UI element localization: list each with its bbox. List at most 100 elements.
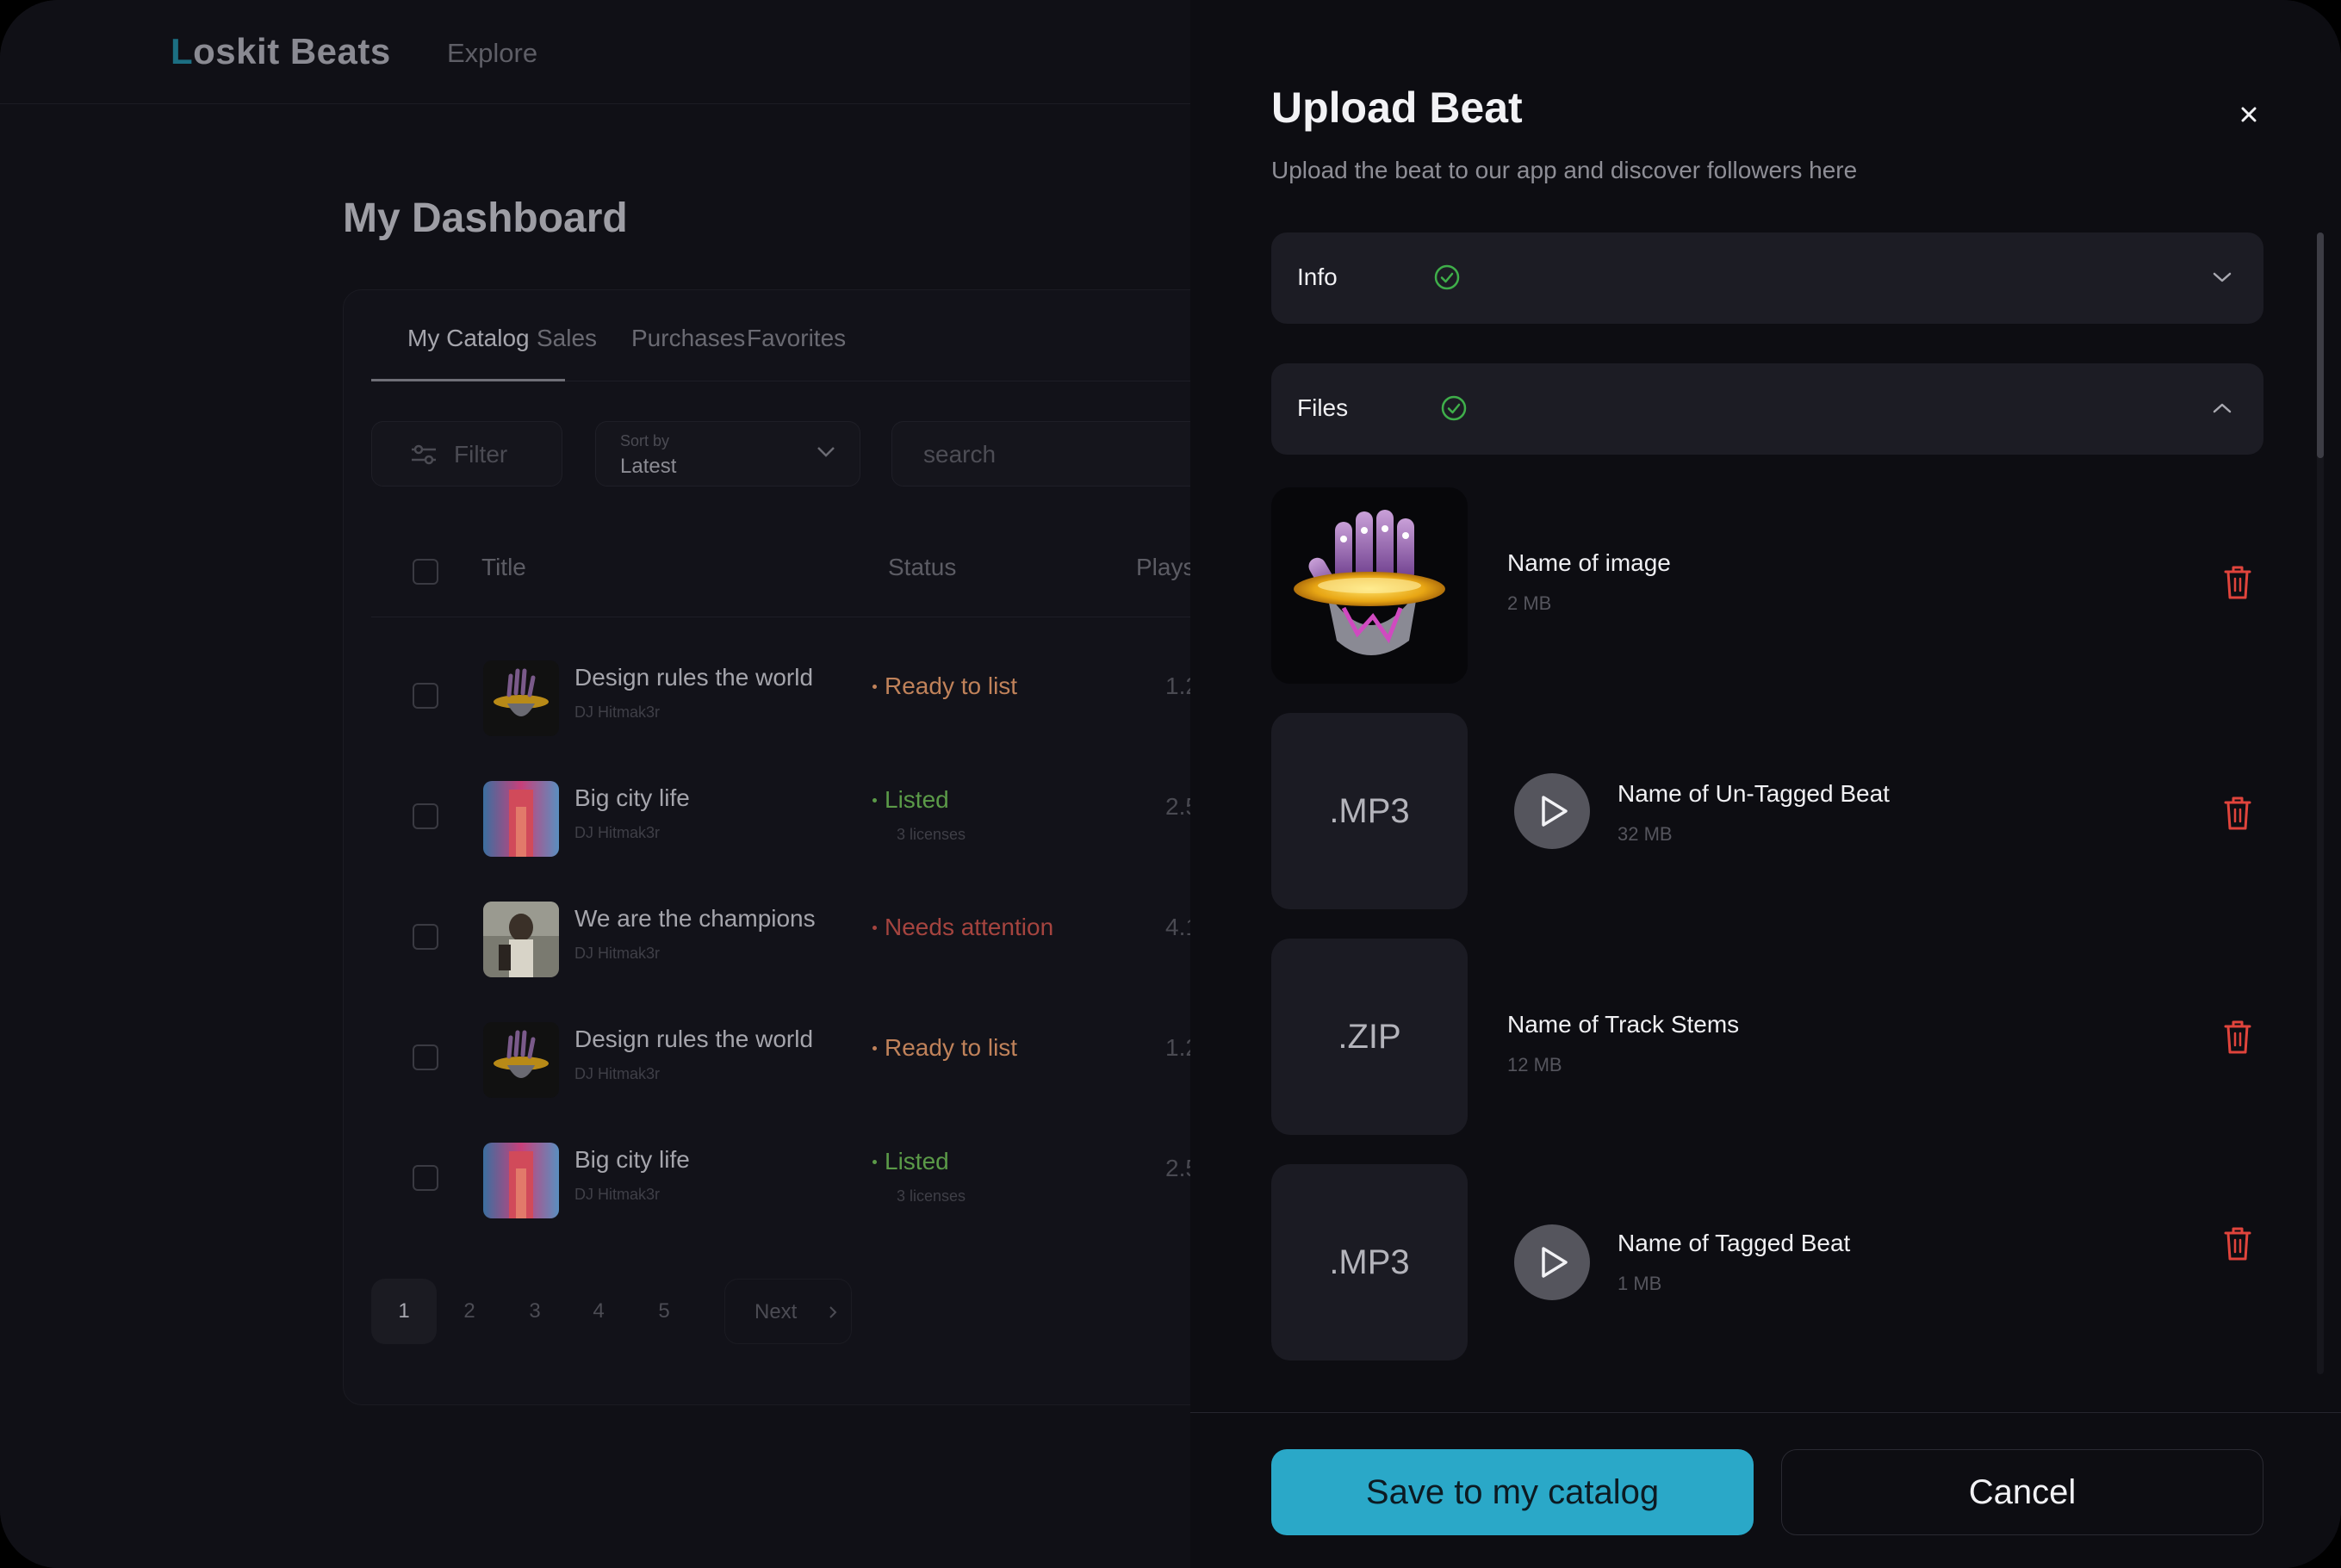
panel-scrollbar[interactable] <box>2317 232 2324 1374</box>
table-header: Title Status Plays <box>371 528 1319 617</box>
files-section-label: Files <box>1297 394 1349 421</box>
file-type-tile: .ZIP <box>1271 939 1468 1135</box>
app-window: Loskit Beats Explore My Dashboard My Cat… <box>0 0 2341 1568</box>
file-extension: .ZIP <box>1338 1018 1401 1056</box>
file-item-untagged-beat: .MP3 Name of Un-Tagged Beat 32 MB <box>1271 713 2263 909</box>
row-checkbox[interactable] <box>413 1165 438 1191</box>
tab-favorites[interactable]: Favorites <box>747 325 846 352</box>
track-title[interactable]: Big city life <box>574 784 690 812</box>
file-type-tile: .MP3 <box>1271 1164 1468 1360</box>
page-4-button[interactable]: 4 <box>566 1279 631 1344</box>
file-item-tagged-beat: .MP3 Name of Tagged Beat 1 MB <box>1271 1164 2263 1360</box>
status-badge: Needs attention <box>872 914 1053 941</box>
next-label: Next <box>754 1300 798 1323</box>
track-thumbnail <box>483 1143 559 1218</box>
page-3-button[interactable]: 3 <box>502 1279 568 1344</box>
filter-icon <box>412 444 436 465</box>
track-artist: DJ Hitmak3r <box>574 1065 661 1082</box>
image-preview <box>1271 487 1468 684</box>
table-row[interactable]: Big city life DJ Hitmak3r Listed 3 licen… <box>371 755 1319 876</box>
file-extension: .MP3 <box>1329 1243 1410 1281</box>
play-icon <box>1542 1247 1568 1278</box>
license-count: 3 licenses <box>897 1187 966 1205</box>
page-1-button[interactable]: 1 <box>371 1279 437 1344</box>
next-page-button[interactable]: Next <box>724 1279 852 1344</box>
panel-title: Upload Beat <box>1271 84 1523 132</box>
catalog-card: My Catalog Sales Purchases Favorites Fil… <box>343 289 1319 1405</box>
tab-sales[interactable]: Sales <box>537 325 597 352</box>
file-size: 2 MB <box>1507 592 1552 614</box>
trash-icon[interactable] <box>2222 563 2253 601</box>
row-checkbox[interactable] <box>413 1044 438 1070</box>
select-all-checkbox[interactable] <box>413 559 438 585</box>
table-row[interactable]: Design rules the world DJ Hitmak3r Ready… <box>371 996 1319 1117</box>
file-type-tile: .MP3 <box>1271 713 1468 909</box>
play-button[interactable] <box>1514 1224 1590 1300</box>
file-size: 32 MB <box>1618 823 1673 845</box>
tab-my-catalog[interactable]: My Catalog <box>407 325 530 352</box>
trash-icon[interactable] <box>2222 1018 2253 1056</box>
column-plays: Plays <box>1136 554 1195 580</box>
play-button[interactable] <box>1514 773 1590 849</box>
track-title[interactable]: Design rules the world <box>574 1026 813 1053</box>
file-item-track-stems: .ZIP Name of Track Stems 12 MB <box>1271 939 2263 1135</box>
file-size: 12 MB <box>1507 1054 1562 1075</box>
trash-icon[interactable] <box>2222 1224 2253 1262</box>
sort-select[interactable]: Sort by Latest <box>595 421 860 487</box>
track-artist: DJ Hitmak3r <box>574 945 661 962</box>
upload-beat-panel: Upload Beat Upload the beat to our app a… <box>1190 0 2341 1568</box>
info-section-toggle[interactable]: Info <box>1271 232 2263 324</box>
track-artist: DJ Hitmak3r <box>574 703 661 721</box>
column-title: Title <box>481 554 526 580</box>
sort-caption: Sort by <box>620 432 670 449</box>
row-checkbox[interactable] <box>413 924 438 950</box>
chevron-down-icon <box>2213 272 2232 282</box>
table-row[interactable]: We are the champions DJ Hitmak3r Needs a… <box>371 876 1319 996</box>
close-icon <box>2241 107 2257 122</box>
file-extension: .MP3 <box>1329 792 1410 830</box>
track-title[interactable]: We are the champions <box>574 905 816 933</box>
file-name: Name of Tagged Beat <box>1618 1230 1851 1256</box>
row-checkbox[interactable] <box>413 683 438 709</box>
check-circle-icon <box>1434 264 1460 290</box>
files-section-toggle[interactable]: Files <box>1271 363 2263 455</box>
track-thumbnail <box>483 902 559 977</box>
chevron-up-icon <box>2213 403 2232 413</box>
chevron-down-icon <box>817 447 835 457</box>
check-circle-icon <box>1441 395 1467 421</box>
track-thumbnail <box>483 781 559 857</box>
panel-footer: Save to my catalog Cancel <box>1190 1412 2341 1568</box>
filter-button[interactable]: Filter <box>371 421 562 487</box>
file-name: Name of Un-Tagged Beat <box>1618 780 1890 807</box>
table-row[interactable]: Design rules the world DJ Hitmak3r Ready… <box>371 635 1319 755</box>
close-button[interactable] <box>2231 96 2267 133</box>
table-row[interactable]: Big city life DJ Hitmak3r Listed 3 licen… <box>371 1117 1319 1237</box>
trash-icon[interactable] <box>2222 794 2253 832</box>
file-size: 1 MB <box>1618 1273 1662 1294</box>
page-5-button[interactable]: 5 <box>631 1279 697 1344</box>
active-tab-indicator <box>371 379 565 381</box>
track-title[interactable]: Design rules the world <box>574 664 813 691</box>
save-to-catalog-button[interactable]: Save to my catalog <box>1271 1449 1754 1535</box>
info-section-label: Info <box>1297 263 1338 290</box>
panel-subtitle: Upload the beat to our app and discover … <box>1271 157 1858 183</box>
page-title: My Dashboard <box>343 195 628 241</box>
track-title[interactable]: Big city life <box>574 1146 690 1174</box>
top-navbar: Loskit Beats Explore <box>0 0 1190 104</box>
track-artist: DJ Hitmak3r <box>574 824 661 841</box>
tab-purchases[interactable]: Purchases <box>631 325 745 352</box>
status-badge: Listed <box>872 786 949 814</box>
dashboard-tabs: My Catalog Sales Purchases Favorites <box>371 290 1319 381</box>
page-2-button[interactable]: 2 <box>437 1279 502 1344</box>
filter-label: Filter <box>454 441 508 468</box>
row-checkbox[interactable] <box>413 803 438 829</box>
chevron-right-icon <box>829 1306 837 1318</box>
track-thumbnail <box>483 660 559 736</box>
dashboard-backdrop: Loskit Beats Explore My Dashboard My Cat… <box>0 0 1319 1568</box>
play-icon <box>1542 796 1568 827</box>
cancel-button[interactable]: Cancel <box>1781 1449 2263 1535</box>
brand-logo[interactable]: Loskit Beats <box>171 31 391 72</box>
scrollbar-thumb[interactable] <box>2317 232 2324 458</box>
status-badge: Ready to list <box>872 672 1017 700</box>
nav-explore-link[interactable]: Explore <box>447 38 537 69</box>
